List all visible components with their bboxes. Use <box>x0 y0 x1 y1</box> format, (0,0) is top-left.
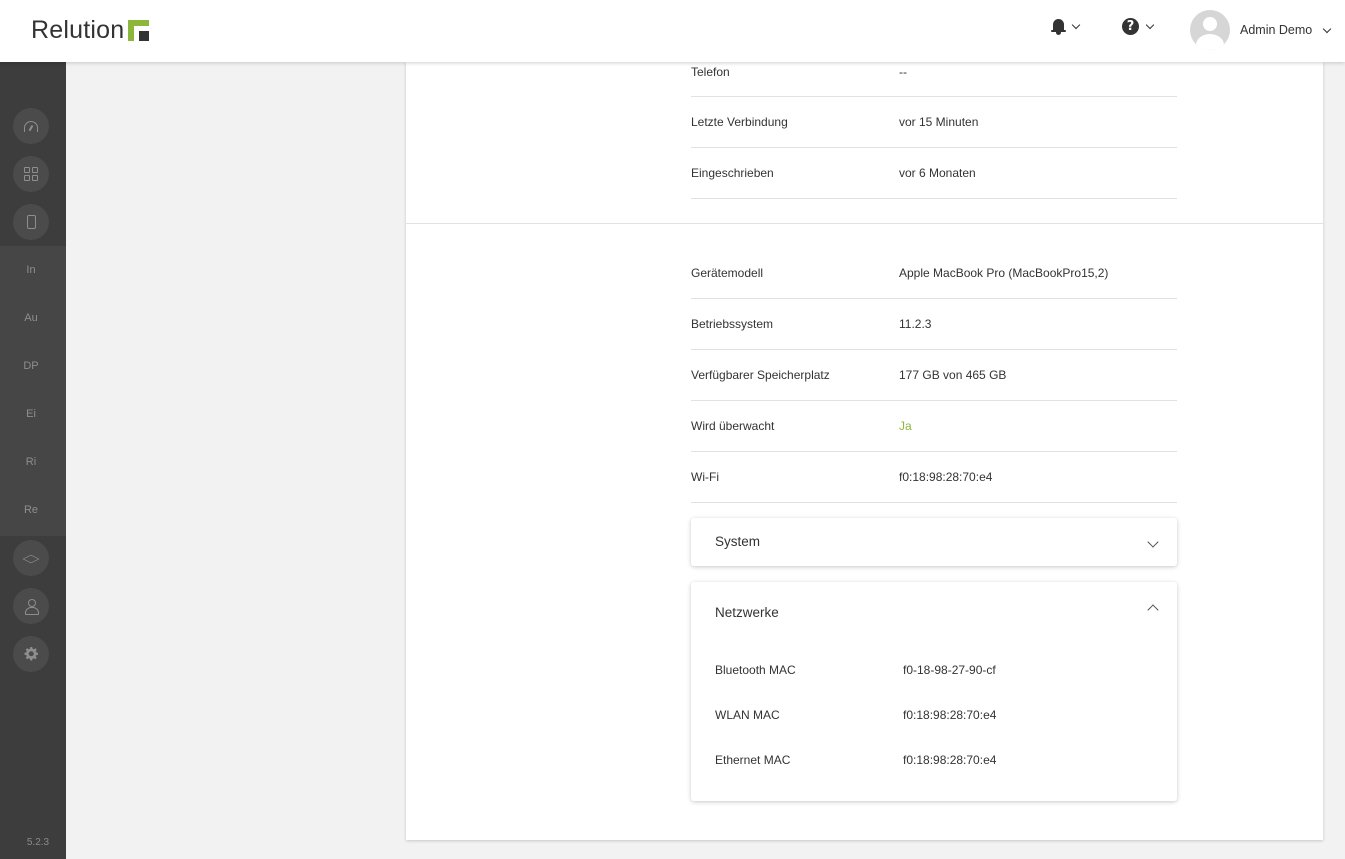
sidebar-item-label: In <box>26 264 36 276</box>
network-row-bluetooth: Bluetooth MAC f0-18-98-27-90-cf <box>715 663 1155 683</box>
device-detail-card: Telefon -- Letzte Verbindung vor 15 Minu… <box>406 62 1323 840</box>
app-version: 5.2.3 <box>26 837 50 848</box>
network-row-label: Ethernet MAC <box>715 753 791 767</box>
sidebar-item-devices[interactable] <box>13 204 49 240</box>
logo-mark-icon <box>128 20 150 41</box>
system-panel[interactable]: System <box>691 518 1177 566</box>
bell-icon <box>1051 18 1066 35</box>
relution-logo[interactable]: Relution <box>31 16 150 45</box>
info-row-value: -- <box>899 65 907 79</box>
avatar <box>1190 10 1230 50</box>
chevron-down-icon <box>1071 20 1081 30</box>
section-divider <box>406 223 1323 224</box>
sidebar-item-label: Ri <box>25 456 37 468</box>
chevron-down-icon[interactable] <box>1147 536 1159 548</box>
sidebar-item-users[interactable] <box>13 588 49 624</box>
network-row-label: Bluetooth MAC <box>715 663 796 677</box>
sidebar-item-dp[interactable]: DP <box>13 348 49 384</box>
chevron-up-icon[interactable] <box>1147 604 1159 616</box>
network-row-label: WLAN MAC <box>715 708 780 722</box>
sidebar-item-apps[interactable] <box>13 156 49 192</box>
education-cap-icon <box>23 553 39 563</box>
sidebar-item-settings[interactable] <box>13 636 49 672</box>
system-panel-title: System <box>715 534 761 549</box>
help-dropdown[interactable]: ? <box>1122 18 1155 35</box>
network-row-value: f0-18-98-27-90-cf <box>903 663 996 677</box>
info-row-telefon: Telefon -- <box>691 62 1177 97</box>
info-row-last-connection: Letzte Verbindung vor 15 Minuten <box>691 97 1177 148</box>
dashboard-gauge-icon <box>24 120 38 132</box>
logo-text: Relution <box>31 16 125 44</box>
chevron-down-icon <box>1145 20 1155 30</box>
sidebar-item-label: Au <box>24 312 38 324</box>
top-bar: Relution ? Admin Demo <box>0 0 1345 62</box>
sidebar-item-label: DP <box>23 360 39 372</box>
sidebar-item-dashboard[interactable] <box>13 108 49 144</box>
sidebar-item-label: Ei <box>26 408 36 420</box>
chevron-down-icon <box>1323 24 1332 33</box>
info-row-storage: Verfügbarer Speicherplatz 177 GB von 465… <box>691 350 1177 401</box>
sidebar-item-ei[interactable]: Ei <box>13 396 49 432</box>
sidebar-item-in[interactable]: In <box>13 252 49 288</box>
network-row-value: f0:18:98:28:70:e4 <box>903 708 997 722</box>
sidebar-item-au[interactable]: Au <box>13 300 49 336</box>
network-row-wlan: WLAN MAC f0:18:98:28:70:e4 <box>715 708 1155 728</box>
info-row-label: Wird überwacht <box>691 419 775 433</box>
info-row-wifi: Wi-Fi f0:18:98:28:70:e4 <box>691 452 1177 503</box>
info-row-device-model: Gerätemodell Apple MacBook Pro (MacBookP… <box>691 248 1177 299</box>
networks-panel: Netzwerke Bluetooth MAC f0-18-98-27-90-c… <box>691 582 1177 801</box>
info-row-label: Betriebssystem <box>691 317 774 331</box>
sidebar: In Au DP Ei Ri Re 5.2.3 <box>0 62 66 859</box>
sidebar-item-ri[interactable]: Ri <box>13 444 49 480</box>
info-row-label: Gerätemodell <box>691 266 764 280</box>
info-row-os: Betriebssystem 11.2.3 <box>691 299 1177 350</box>
apps-grid-icon <box>24 167 38 181</box>
info-row-enrolled: Eingeschrieben vor 6 Monaten <box>691 148 1177 199</box>
sidebar-item-education[interactable] <box>13 540 49 576</box>
device-phone-icon <box>26 215 36 229</box>
info-row-label: Verfügbarer Speicherplatz <box>691 368 830 382</box>
info-row-label: Letzte Verbindung <box>691 115 788 129</box>
user-name: Admin Demo <box>1240 23 1313 37</box>
user-menu[interactable]: Admin Demo <box>1190 10 1332 50</box>
info-row-value: vor 15 Minuten <box>899 115 979 129</box>
supervised-status-value: Ja <box>899 419 912 433</box>
info-row-label: Eingeschrieben <box>691 166 774 180</box>
help-icon: ? <box>1122 18 1139 35</box>
network-row-value: f0:18:98:28:70:e4 <box>903 753 997 767</box>
networks-panel-title[interactable]: Netzwerke <box>715 605 779 620</box>
info-row-supervised: Wird überwacht Ja <box>691 401 1177 452</box>
info-row-label: Wi-Fi <box>691 470 719 484</box>
info-row-value: vor 6 Monaten <box>899 166 976 180</box>
info-row-value: 11.2.3 <box>899 317 932 331</box>
user-icon <box>24 598 39 615</box>
info-row-value: 177 GB von 465 GB <box>899 368 1007 382</box>
sidebar-item-label: Re <box>23 504 39 516</box>
settings-gear-icon <box>24 647 38 661</box>
network-row-ethernet: Ethernet MAC f0:18:98:28:70:e4 <box>715 753 1155 773</box>
info-row-label: Telefon <box>691 65 730 79</box>
info-row-value: Apple MacBook Pro (MacBookPro15,2) <box>899 266 1109 280</box>
info-row-value: f0:18:98:28:70:e4 <box>899 470 993 484</box>
notifications-dropdown[interactable] <box>1051 18 1081 35</box>
sidebar-item-re[interactable]: Re <box>13 492 49 528</box>
